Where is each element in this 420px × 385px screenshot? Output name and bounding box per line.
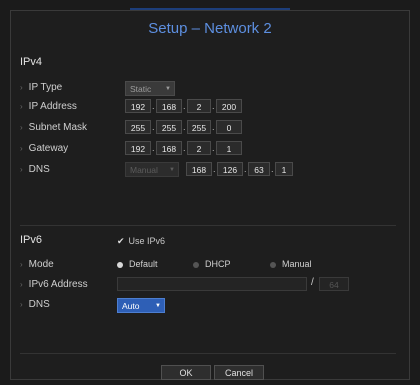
bullet-icon: › — [20, 165, 23, 174]
dns-octet-1[interactable]: 168 — [186, 162, 212, 176]
chevron-down-icon: ▼ — [165, 86, 171, 92]
subnet-mask-octet-1[interactable]: 255 — [125, 120, 151, 134]
octet-dot: . — [212, 101, 215, 111]
gateway-octet-1[interactable]: 192 — [125, 141, 151, 155]
ok-button[interactable]: OK — [161, 365, 211, 380]
bullet-icon: › — [20, 260, 23, 269]
octet-dot: . — [183, 143, 186, 153]
dns-octet-3[interactable]: 63 — [248, 162, 270, 176]
octet-dot: . — [152, 101, 155, 111]
checkmark-icon: ✔ — [117, 236, 125, 246]
octet-dot: . — [212, 143, 215, 153]
ip-address-octet-1[interactable]: 192 — [125, 99, 151, 113]
chevron-down-icon: ▼ — [169, 167, 175, 173]
radio-unselected-icon — [193, 261, 199, 268]
bullet-icon: › — [20, 123, 23, 132]
ipv6-address-input[interactable] — [117, 277, 307, 291]
radio-selected-icon — [117, 261, 123, 268]
dns-label: › DNS — [20, 164, 50, 175]
dns-mode-select: Manual ▼ — [125, 162, 179, 177]
ipv6-prefix-input[interactable]: 64 — [319, 277, 349, 291]
bullet-icon: › — [20, 300, 23, 309]
octet-dot: . — [212, 122, 215, 132]
octet-dot: . — [244, 164, 247, 174]
ipv6-address-label: › IPv6 Address — [20, 279, 88, 290]
ip-address-octet-4[interactable]: 200 — [216, 99, 242, 113]
mode-dhcp-radio[interactable]: DHCP — [193, 258, 231, 270]
subnet-mask-octet-2[interactable]: 255 — [156, 120, 182, 134]
octet-dot: . — [183, 122, 186, 132]
setup-window — [10, 10, 410, 380]
mode-label: › Mode — [20, 259, 54, 270]
ipv4-section-label: IPv4 — [20, 56, 43, 68]
ip-address-octet-3[interactable]: 2 — [187, 99, 211, 113]
section-divider — [20, 225, 396, 226]
gateway-octet-4[interactable]: 1 — [216, 141, 242, 155]
subnet-mask-octet-4[interactable]: 0 — [216, 120, 242, 134]
ip-address-label: › IP Address — [20, 101, 77, 112]
dns-octet-4[interactable]: 1 — [275, 162, 293, 176]
dns-octet-2[interactable]: 126 — [217, 162, 243, 176]
bullet-icon: › — [20, 83, 23, 92]
octet-dot: . — [213, 164, 216, 174]
subnet-mask-label: › Subnet Mask — [20, 122, 88, 133]
octet-dot: . — [152, 143, 155, 153]
ipv6-dns-select[interactable]: Auto ▼ — [117, 298, 165, 313]
bullet-icon: › — [20, 280, 23, 289]
octet-dot: . — [271, 164, 274, 174]
ip-type-label: › IP Type — [20, 82, 63, 93]
cancel-button[interactable]: Cancel — [214, 365, 264, 380]
gateway-octet-2[interactable]: 168 — [156, 141, 182, 155]
mode-default-radio[interactable]: Default — [117, 258, 158, 270]
gateway-octet-3[interactable]: 2 — [187, 141, 211, 155]
radio-unselected-icon — [270, 261, 276, 268]
subnet-mask-octet-3[interactable]: 255 — [187, 120, 211, 134]
bullet-icon: › — [20, 144, 23, 153]
bullet-icon: › — [20, 102, 23, 111]
octet-dot: . — [152, 122, 155, 132]
footer-divider — [20, 353, 396, 354]
ipv6-dns-label: › DNS — [20, 299, 50, 310]
ip-address-octet-2[interactable]: 168 — [156, 99, 182, 113]
ip-type-select[interactable]: Static ▼ — [125, 81, 175, 96]
top-accent-line — [130, 8, 290, 10]
ipv6-section-label: IPv6 — [20, 234, 43, 246]
prefix-slash: / — [311, 277, 314, 288]
chevron-down-icon: ▼ — [155, 303, 161, 309]
octet-dot: . — [183, 101, 186, 111]
page-title: Setup – Network 2 — [148, 20, 272, 37]
gateway-label: › Gateway — [20, 143, 69, 154]
mode-manual-radio[interactable]: Manual — [270, 258, 312, 270]
use-ipv6-checkbox[interactable]: ✔ Use IPv6 — [117, 236, 165, 247]
